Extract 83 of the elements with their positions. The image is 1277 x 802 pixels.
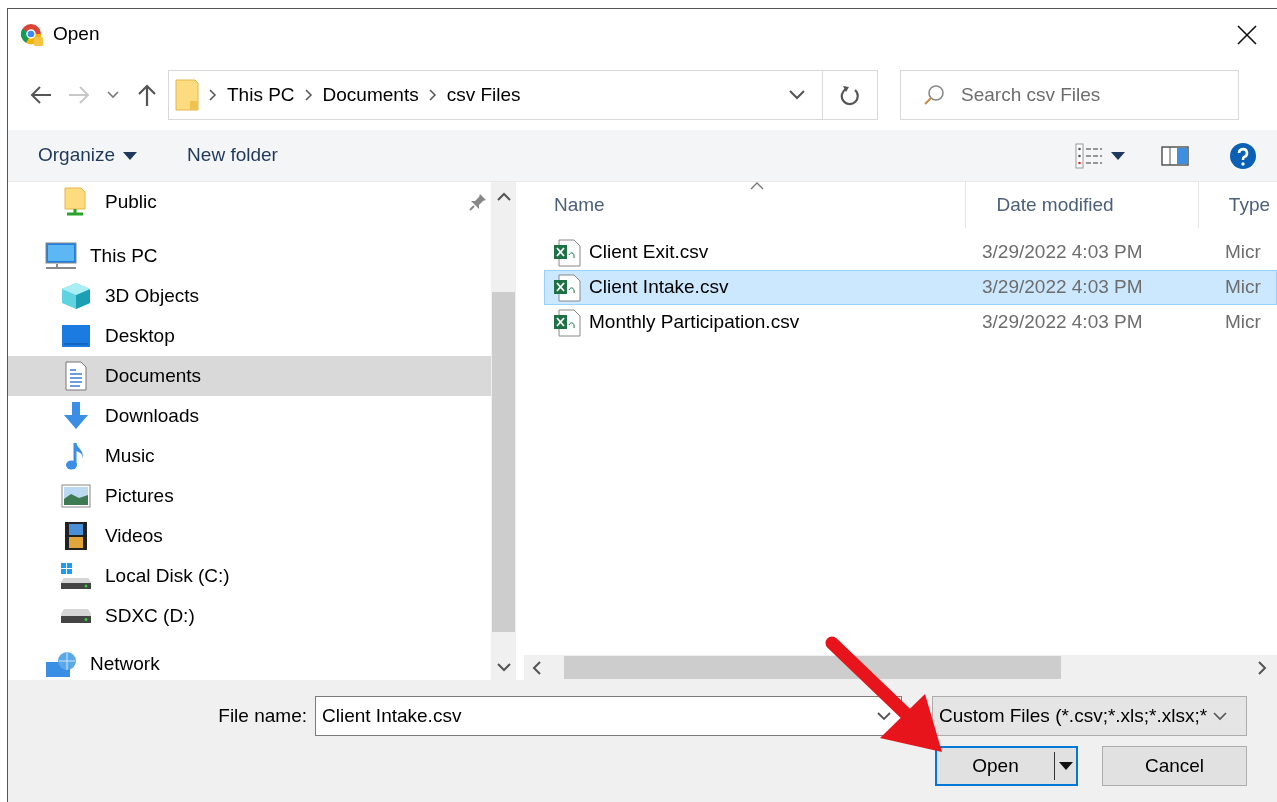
chevron-down-icon	[789, 90, 805, 100]
breadcrumb-item[interactable]: csv Files	[446, 80, 521, 110]
new-folder-button[interactable]: New folder	[177, 135, 288, 176]
drive-icon	[60, 562, 92, 590]
caret-down-icon	[1111, 151, 1125, 160]
details-view-icon	[1075, 142, 1103, 169]
sidebar-item[interactable]: Desktop	[8, 316, 491, 356]
sidebar-item[interactable]: SDXC (D:)	[8, 596, 491, 636]
column-header[interactable]: Name	[524, 182, 967, 228]
film-strip-icon	[64, 521, 88, 551]
computer-icon	[45, 242, 77, 270]
help-icon	[1229, 141, 1257, 170]
sidebar-item[interactable]: Network	[8, 648, 491, 680]
chevron-down-icon	[107, 91, 119, 99]
up-arrow-icon	[137, 83, 157, 107]
search-icon	[923, 84, 945, 106]
sidebar-item[interactable]: Public	[8, 182, 491, 222]
address-bar[interactable]: This PC Documents csv Files	[168, 70, 878, 120]
cube-icon	[61, 282, 91, 310]
breadcrumb-item[interactable]: Documents	[322, 80, 419, 110]
file-name: Client Intake.csv	[589, 275, 729, 300]
chevron-right-icon	[209, 89, 217, 101]
shared-folder-icon	[63, 187, 89, 217]
file-row[interactable]: Client Intake.csv 3/29/2022 4:03 PM Micr	[544, 270, 1277, 305]
file-row[interactable]: Monthly Participation.csv 3/29/2022 4:03 PM Micr	[544, 305, 1277, 340]
file-name: Client Exit.csv	[589, 240, 709, 265]
back-icon	[29, 85, 53, 105]
desktop-icon	[61, 323, 91, 349]
sidebar-item[interactable]: Downloads	[8, 396, 491, 436]
picture-icon	[61, 484, 91, 508]
spreadsheet-file-icon	[553, 308, 581, 337]
file-row[interactable]: Client Exit.csv 3/29/2022 4:03 PM Micr	[544, 235, 1277, 270]
document-icon	[64, 361, 88, 391]
sidebar-item[interactable]: 3D Objects	[8, 276, 491, 316]
refresh-icon	[840, 84, 860, 106]
file-date: 3/29/2022 4:03 PM	[982, 310, 1144, 335]
file-type: Micr	[1225, 240, 1261, 265]
drive-icon	[60, 607, 92, 625]
field-label: File name:	[218, 703, 307, 728]
search-field[interactable]: Search csv Files	[959, 71, 1219, 119]
organize-menu[interactable]: Organize	[28, 135, 148, 176]
caret-down-icon	[1058, 762, 1073, 770]
breadcrumb-item[interactable]: This PC	[227, 80, 295, 110]
file-type: Micr	[1225, 275, 1261, 300]
network-icon	[45, 650, 77, 678]
search-box[interactable]: Search csv Files	[900, 70, 1239, 120]
file-type: Micr	[1225, 310, 1261, 335]
chevron-down-icon	[496, 662, 511, 672]
chevron-right-icon	[304, 89, 313, 101]
chevron-right-icon	[428, 89, 437, 101]
column-header[interactable]: Type	[1198, 182, 1277, 228]
file-date: 3/29/2022 4:03 PM	[982, 275, 1144, 300]
spreadsheet-file-icon	[553, 238, 581, 267]
vertical-scrollbar[interactable]	[491, 182, 516, 680]
spreadsheet-file-icon	[553, 273, 581, 302]
sidebar-item[interactable]: This PC	[8, 236, 491, 276]
app-icon	[20, 22, 44, 47]
pin-icon	[469, 193, 487, 211]
sidebar-item[interactable]: Documents	[8, 356, 491, 396]
file-name: Monthly Participation.csv	[589, 310, 800, 335]
chevron-right-icon	[1257, 660, 1267, 675]
sort-ascending-icon	[750, 182, 764, 190]
folder-icon	[175, 79, 199, 111]
file-type-dropdown[interactable]: Custom Files (*.csv;*.xls;*.xlsx;*	[932, 696, 1247, 736]
window-title: Open	[53, 22, 100, 47]
chevron-up-icon	[496, 192, 511, 202]
open-button[interactable]: Open	[935, 746, 1078, 786]
download-arrow-icon	[62, 401, 90, 431]
close-icon	[1237, 24, 1257, 45]
cancel-button[interactable]: Cancel	[1102, 746, 1247, 786]
column-header[interactable]: Date modified	[966, 182, 1199, 228]
horizontal-scrollbar[interactable]	[524, 655, 1277, 680]
forward-icon	[67, 85, 91, 105]
sidebar-item[interactable]: Videos	[8, 516, 491, 556]
chevron-down-icon	[877, 711, 891, 721]
sidebar-item[interactable]: Pictures	[8, 476, 491, 516]
chevron-left-icon	[532, 660, 542, 675]
caret-down-icon	[123, 151, 138, 160]
chevron-down-icon	[1213, 711, 1228, 721]
preview-pane-icon	[1161, 145, 1189, 166]
file-date: 3/29/2022 4:03 PM	[982, 240, 1144, 265]
sidebar-item[interactable]: Local Disk (C:)	[8, 556, 491, 596]
sidebar-item[interactable]: Music	[8, 436, 491, 476]
